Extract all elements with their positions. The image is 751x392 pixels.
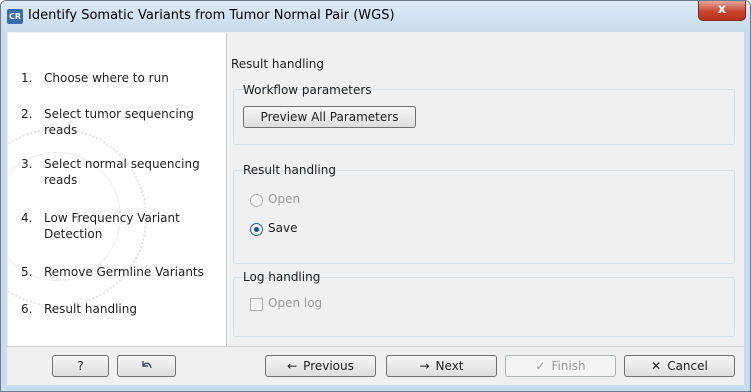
finish-label: Finish xyxy=(551,359,586,373)
previous-button[interactable]: ← Previous xyxy=(265,355,376,377)
checkmark-icon: ✓ xyxy=(535,359,546,373)
step-number: 3. xyxy=(21,157,33,171)
step-number: 1. xyxy=(21,71,33,85)
preview-all-parameters-button[interactable]: Preview All Parameters xyxy=(243,106,416,128)
finish-button[interactable]: ✓ Finish xyxy=(505,355,616,377)
step-number: 5. xyxy=(21,265,33,279)
help-button[interactable]: ? xyxy=(52,355,109,377)
arrow-right-icon: → xyxy=(419,359,430,373)
step-label: Remove Germline Variants xyxy=(44,265,204,279)
save-radio[interactable] xyxy=(250,223,263,236)
step-number: 6. xyxy=(21,302,33,316)
workflow-parameters-title: Workflow parameters xyxy=(243,83,372,97)
close-button[interactable]: x xyxy=(698,1,746,21)
dialog-window: CR Identify Somatic Variants from Tumor … xyxy=(0,0,751,392)
step-number: 4. xyxy=(21,211,33,225)
next-button[interactable]: → Next xyxy=(386,355,497,377)
step-label: Choose where to run xyxy=(44,71,169,85)
footer-divider xyxy=(7,346,744,347)
result-handling-group xyxy=(233,170,735,264)
open-log-label: Open log xyxy=(268,296,323,310)
open-radio[interactable] xyxy=(250,194,263,207)
reset-arrow-icon xyxy=(141,361,152,369)
cancel-label: Cancel xyxy=(667,359,708,373)
dialog-body: 1. Choose where to run 2. Select tumor s… xyxy=(7,32,744,385)
app-icon: CR xyxy=(7,9,23,24)
step-label: Select tumor sequencing reads xyxy=(44,107,194,137)
section-title: Result handling xyxy=(231,57,324,71)
step-label: Result handling xyxy=(44,302,137,316)
log-handling-title: Log handling xyxy=(243,270,321,284)
next-label: Next xyxy=(435,359,464,373)
x-cancel-icon: ✕ xyxy=(651,359,662,373)
step-number: 2. xyxy=(21,107,33,121)
save-radio-label: Save xyxy=(268,221,298,235)
step-label: Select normal sequencing reads xyxy=(44,157,200,187)
title-bar[interactable]: CR Identify Somatic Variants from Tumor … xyxy=(1,1,750,31)
step-label: Low Frequency Variant Detection xyxy=(44,211,180,241)
reset-button[interactable] xyxy=(117,355,176,377)
wizard-steps-panel: 1. Choose where to run 2. Select tumor s… xyxy=(8,33,227,346)
previous-label: Previous xyxy=(303,359,354,373)
cancel-button[interactable]: ✕ Cancel xyxy=(624,355,735,377)
arrow-left-icon: ← xyxy=(287,359,298,373)
result-handling-title: Result handling xyxy=(243,163,336,177)
open-radio-label: Open xyxy=(268,192,301,206)
open-log-checkbox[interactable] xyxy=(250,298,263,311)
window-title: Identify Somatic Variants from Tumor Nor… xyxy=(28,8,395,23)
